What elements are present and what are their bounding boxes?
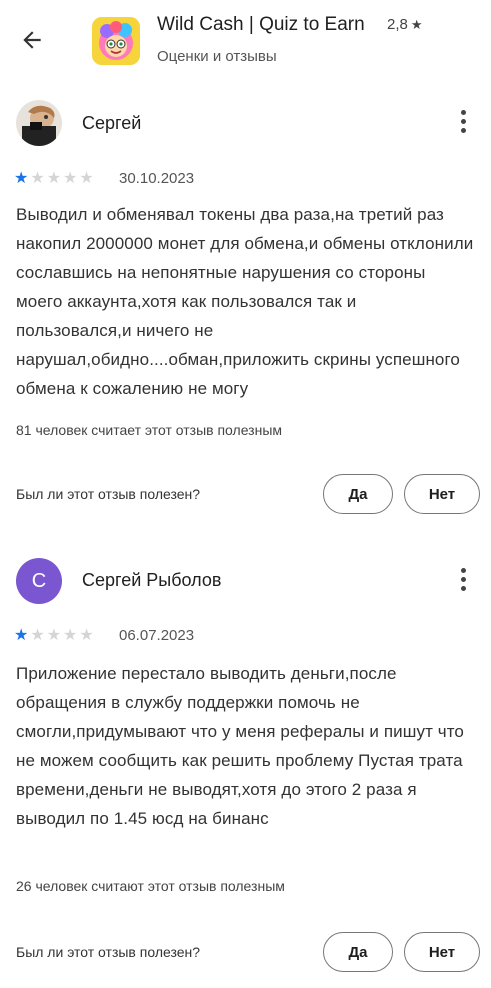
review-author: Сергей Рыболов xyxy=(82,570,222,590)
helpful-question: Был ли этот отзыв полезен? xyxy=(16,486,201,502)
app-rating: 2,8 ★ xyxy=(387,16,423,33)
star-icon: ★ xyxy=(30,627,45,644)
helpful-count: 26 человек считают этот отзыв полезным xyxy=(16,878,285,894)
star-icon: ★ xyxy=(79,627,94,644)
review-date: 06.07.2023 xyxy=(119,627,195,644)
avatar: С xyxy=(16,558,62,604)
review-author: Сергей xyxy=(82,113,142,133)
avatar xyxy=(16,100,62,146)
star-icon: ★ xyxy=(30,170,45,187)
star-icon: ★ xyxy=(410,16,423,32)
app-icon[interactable] xyxy=(92,17,140,65)
no-button[interactable]: Нет xyxy=(404,474,480,514)
review-text: Выводил и обменявал токены два раза,на т… xyxy=(16,205,474,398)
no-button[interactable]: Нет xyxy=(404,932,480,972)
star-icon: ★ xyxy=(79,170,94,187)
yes-button[interactable]: Да xyxy=(323,932,393,972)
star-icon: ★ xyxy=(46,170,62,187)
review-text: Приложение перестало выводить деньги,пос… xyxy=(16,664,464,828)
star-rating: ★ ★ ★ ★ ★ xyxy=(14,628,94,644)
star-icon: ★ xyxy=(63,627,78,644)
yes-button[interactable]: Да xyxy=(323,474,393,514)
rating-value: 2,8 xyxy=(387,16,408,33)
app-title: Wild Cash | Quiz to Earn xyxy=(157,14,365,35)
star-rating: ★ ★ ★ ★ ★ xyxy=(14,171,94,187)
star-icon: ★ xyxy=(63,170,78,187)
review-date: 30.10.2023 xyxy=(119,170,195,187)
more-options-button[interactable] xyxy=(448,101,478,141)
back-button[interactable] xyxy=(14,22,50,58)
star-icon: ★ xyxy=(46,627,62,644)
star-icon: ★ xyxy=(14,170,29,187)
arrow-back-icon xyxy=(23,31,41,49)
app-subtitle: Оценки и отзывы xyxy=(157,48,277,65)
app-header: Wild Cash | Quiz to Earn 2,8 ★ Оценки и … xyxy=(0,0,491,88)
more-options-button[interactable] xyxy=(448,559,478,599)
helpful-question: Был ли этот отзыв полезен? xyxy=(16,944,201,960)
helpful-count: 81 человек считает этот отзыв полезным xyxy=(16,422,283,438)
star-icon: ★ xyxy=(14,627,29,644)
